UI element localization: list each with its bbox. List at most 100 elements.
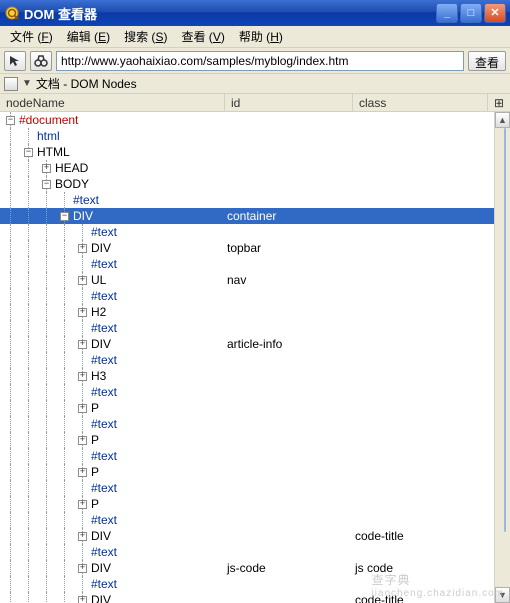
tree-row[interactable]: DIVtopbar	[0, 240, 494, 256]
menu-edit[interactable]: 编辑 (E)	[61, 26, 116, 47]
expand-icon[interactable]	[78, 500, 87, 509]
node-label: HTML	[37, 145, 70, 159]
node-label: P	[91, 497, 99, 511]
expand-icon[interactable]	[78, 468, 87, 477]
tree-row[interactable]: P	[0, 464, 494, 480]
inspect-button[interactable]	[4, 51, 26, 71]
tree-row[interactable]: HTML	[0, 144, 494, 160]
dom-tree[interactable]: #documenthtmlHTMLHEADBODY#textDIVcontain…	[0, 112, 494, 603]
tree-row[interactable]: ULnav	[0, 272, 494, 288]
node-label: H3	[91, 369, 106, 383]
tree-row[interactable]: #text	[0, 256, 494, 272]
menu-file[interactable]: 文件 (F)	[4, 26, 59, 47]
go-button[interactable]: 查看	[468, 51, 506, 71]
expand-icon[interactable]	[78, 564, 87, 573]
tree-row[interactable]: #text	[0, 192, 494, 208]
node-label: #text	[91, 449, 117, 463]
expand-icon[interactable]	[78, 340, 87, 349]
node-label: BODY	[55, 177, 89, 191]
tree-row[interactable]: #text	[0, 416, 494, 432]
maximize-button[interactable]: □	[460, 3, 482, 23]
node-id: container	[225, 209, 353, 223]
titlebar: DOM 查看器 _ □ ✕	[0, 0, 510, 26]
tree-row[interactable]: #text	[0, 480, 494, 496]
node-class: code-title	[353, 593, 494, 603]
tree-row[interactable]: DIVarticle-info	[0, 336, 494, 352]
node-label: DIV	[91, 337, 111, 351]
menu-search[interactable]: 搜索 (S)	[118, 26, 173, 47]
tree-row[interactable]: P	[0, 496, 494, 512]
node-label: #text	[91, 353, 117, 367]
tree-row[interactable]: #text	[0, 224, 494, 240]
tree-row[interactable]: P	[0, 400, 494, 416]
tree-row[interactable]: DIV code-title	[0, 528, 494, 544]
node-label: #text	[91, 577, 117, 591]
tree-row[interactable]: #text	[0, 544, 494, 560]
col-class[interactable]: class	[353, 94, 488, 111]
collapse-icon[interactable]	[6, 116, 15, 125]
tree-row[interactable]: H2	[0, 304, 494, 320]
chevron-down-icon[interactable]: ▼	[22, 78, 32, 89]
node-class: code-title	[353, 529, 494, 543]
node-label: #document	[19, 113, 78, 127]
expand-icon[interactable]	[78, 404, 87, 413]
collapse-icon[interactable]	[60, 212, 69, 221]
node-label: P	[91, 401, 99, 415]
menu-help[interactable]: 帮助 (H)	[233, 26, 289, 47]
node-label: DIV	[73, 209, 93, 223]
node-label: #text	[73, 193, 99, 207]
find-button[interactable]	[30, 51, 52, 71]
scroll-up-arrow[interactable]: ▲	[495, 112, 510, 128]
tree-row[interactable]: html	[0, 128, 494, 144]
node-label: #text	[91, 385, 117, 399]
panel-title: 文档 - DOM Nodes	[36, 75, 137, 92]
node-label: html	[37, 129, 60, 143]
expand-icon[interactable]	[78, 532, 87, 541]
node-id: topbar	[225, 241, 353, 255]
expand-icon[interactable]	[78, 276, 87, 285]
tree-row[interactable]: BODY	[0, 176, 494, 192]
scroll-down-arrow[interactable]: ▼	[495, 587, 510, 603]
node-class: js code	[353, 561, 494, 575]
close-icon: ✕	[490, 8, 499, 19]
col-id[interactable]: id	[225, 94, 353, 111]
menu-view[interactable]: 查看 (V)	[175, 26, 230, 47]
tree-container: #documenthtmlHTMLHEADBODY#textDIVcontain…	[0, 112, 510, 603]
url-input[interactable]	[56, 51, 464, 71]
close-button[interactable]: ✕	[484, 3, 506, 23]
collapse-icon[interactable]	[24, 148, 33, 157]
scroll-thumb[interactable]	[504, 128, 506, 532]
expand-icon[interactable]	[78, 244, 87, 253]
expand-icon[interactable]	[78, 372, 87, 381]
tree-row[interactable]: #document	[0, 112, 494, 128]
tree-row[interactable]: #text	[0, 384, 494, 400]
tree-row[interactable]: #text	[0, 352, 494, 368]
expand-icon[interactable]	[78, 596, 87, 603]
expand-icon[interactable]	[78, 436, 87, 445]
node-label: H2	[91, 305, 106, 319]
tree-row[interactable]: P	[0, 432, 494, 448]
tree-row[interactable]: #text	[0, 512, 494, 528]
tree-row[interactable]: DIV container	[0, 208, 494, 224]
tree-row[interactable]: #text	[0, 320, 494, 336]
tree-row[interactable]: HEAD	[0, 160, 494, 176]
tree-row[interactable]: #text	[0, 288, 494, 304]
tree-row[interactable]: #text	[0, 576, 494, 592]
col-options[interactable]: ⊞	[488, 94, 510, 111]
node-label: #text	[91, 225, 117, 239]
expand-icon[interactable]	[78, 308, 87, 317]
tree-row[interactable]: H3	[0, 368, 494, 384]
tree-row[interactable]: DIVjs-codejs code	[0, 560, 494, 576]
col-nodename[interactable]: nodeName	[0, 94, 225, 111]
collapse-icon[interactable]	[42, 180, 51, 189]
minimize-icon: _	[444, 8, 450, 19]
tree-row[interactable]: #text	[0, 448, 494, 464]
binoculars-icon	[34, 54, 48, 68]
node-label: DIV	[91, 529, 111, 543]
vertical-scrollbar[interactable]: ▲ ▼	[494, 112, 510, 603]
node-label: #text	[91, 481, 117, 495]
minimize-button[interactable]: _	[436, 3, 458, 23]
tree-row[interactable]: DIVcode-title	[0, 592, 494, 603]
node-label: UL	[91, 273, 106, 287]
expand-icon[interactable]	[42, 164, 51, 173]
